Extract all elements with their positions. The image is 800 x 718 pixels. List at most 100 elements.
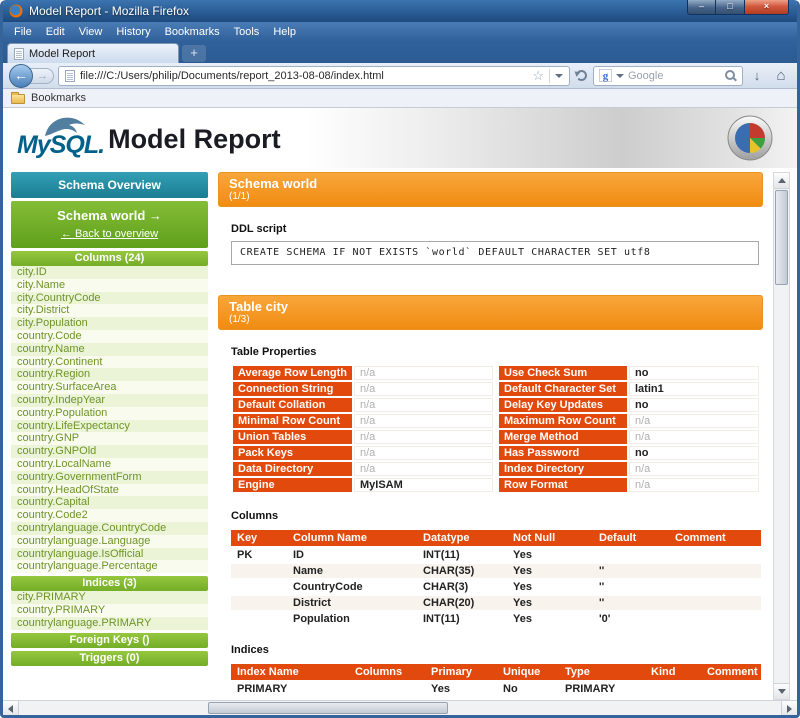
scroll-down-button[interactable]	[774, 683, 789, 699]
sidebar-column-link[interactable]: countrylanguage.CountryCode	[11, 522, 208, 535]
table-row: Population INT(11) Yes '0'	[231, 612, 761, 626]
cell-column-name: District	[287, 596, 417, 610]
sidebar-index-link[interactable]: country.PRIMARY	[11, 604, 208, 617]
sidebar-column-link[interactable]: country.Code	[11, 330, 208, 343]
column-header: Column Name	[287, 530, 417, 546]
sidebar-column-link[interactable]: country.Code2	[11, 509, 208, 522]
vertical-scroll-thumb[interactable]	[775, 190, 788, 285]
page-icon	[65, 70, 75, 82]
sidebar-column-link[interactable]: country.GNP	[11, 432, 208, 445]
bookmark-star-icon[interactable]: ☆	[532, 69, 544, 82]
cell-column-name: Name	[287, 564, 417, 578]
cell-primary: Yes	[425, 682, 497, 696]
window-titlebar[interactable]: Model Report - Mozilla Firefox – □ ×	[3, 0, 797, 22]
sidebar-column-link[interactable]: country.Region	[11, 368, 208, 381]
table-row: District CHAR(20) Yes ''	[231, 596, 761, 610]
back-button[interactable]: ←	[9, 64, 33, 88]
menu-item[interactable]: File	[7, 24, 39, 40]
maximize-button[interactable]: □	[716, 0, 744, 15]
sidebar-column-link[interactable]: city.CountryCode	[11, 292, 208, 305]
search-bar[interactable]: g	[593, 66, 743, 86]
tab-model-report[interactable]: Model Report	[7, 43, 179, 63]
menu-item[interactable]: Help	[266, 24, 303, 40]
sidebar-column-link[interactable]: countrylanguage.Language	[11, 535, 208, 548]
cell-key	[231, 580, 287, 594]
property-label: Has Password	[499, 446, 627, 460]
sidebar-column-link[interactable]: city.ID	[11, 266, 208, 279]
sidebar-column-link[interactable]: country.Capital	[11, 496, 208, 509]
dolphin-icon	[43, 116, 87, 138]
sidebar-index-link[interactable]: countrylanguage.PRIMARY	[11, 617, 208, 630]
scroll-up-button[interactable]	[774, 173, 789, 189]
url-input[interactable]	[80, 70, 527, 82]
pie-chart-logo	[727, 115, 773, 166]
url-bar[interactable]: ☆	[58, 66, 570, 86]
menu-item[interactable]: Edit	[39, 24, 72, 40]
scroll-left-button[interactable]	[3, 701, 19, 716]
sidebar-column-link[interactable]: country.Population	[11, 407, 208, 420]
sidebar-column-link[interactable]: country.Continent	[11, 356, 208, 369]
search-engine-dropdown-icon[interactable]	[616, 74, 624, 78]
property-label: Merge Method	[499, 430, 627, 444]
downloads-button[interactable]: ↓	[747, 68, 767, 83]
column-header: Type	[559, 664, 645, 680]
property-row: Minimal Row Count n/a	[233, 414, 493, 428]
sidebar-column-link[interactable]: countrylanguage.Percentage	[11, 560, 208, 573]
bookmarks-label[interactable]: Bookmarks	[31, 92, 86, 104]
menu-item[interactable]: View	[72, 24, 110, 40]
close-button[interactable]: ×	[744, 0, 789, 15]
google-icon[interactable]: g	[599, 69, 612, 82]
sidebar-column-link[interactable]: country.GNPOld	[11, 445, 208, 458]
cell-comment	[669, 564, 761, 578]
back-to-overview-link[interactable]: ← Back to overview	[11, 228, 208, 240]
sidebar-column-link[interactable]: city.Population	[11, 317, 208, 330]
cell-default: ''	[593, 564, 669, 578]
url-dropdown-icon[interactable]	[555, 74, 563, 78]
property-value: n/a	[354, 462, 493, 476]
horizontal-scroll-thumb[interactable]	[208, 702, 448, 714]
property-row: Delay Key Updates no	[499, 398, 759, 412]
sidebar-column-link[interactable]: country.SurfaceArea	[11, 381, 208, 394]
sidebar-column-link[interactable]: city.Name	[11, 279, 208, 292]
sidebar-index-link[interactable]: city.PRIMARY	[11, 591, 208, 604]
horizontal-scrollbar[interactable]	[3, 700, 797, 716]
sidebar-columns-list: city.IDcity.Namecity.CountryCodecity.Dis…	[11, 266, 208, 573]
property-value: n/a	[354, 366, 493, 380]
right-arrow-icon	[787, 705, 792, 713]
sidebar-column-link[interactable]: country.LocalName	[11, 458, 208, 471]
reload-icon[interactable]	[576, 70, 587, 81]
cell-index-name: PRIMARY	[231, 682, 349, 696]
cell-not-null: Yes	[507, 580, 593, 594]
sidebar-column-link[interactable]: city.District	[11, 304, 208, 317]
column-header: Default	[593, 530, 669, 546]
table-properties-left: Average Row Length n/a Connection String…	[231, 364, 495, 494]
sidebar-column-link[interactable]: country.Name	[11, 343, 208, 356]
sidebar-column-link[interactable]: countrylanguage.IsOfficial	[11, 548, 208, 561]
search-input[interactable]	[628, 70, 720, 82]
cell-columns	[349, 682, 425, 696]
sidebar-column-link[interactable]: country.GovernmentForm	[11, 471, 208, 484]
ddl-script-label: DDL script	[231, 223, 763, 235]
schema-world-link[interactable]: Schema world →	[11, 208, 208, 223]
menu-item[interactable]: Bookmarks	[158, 24, 227, 40]
table-properties: Average Row Length n/a Connection String…	[231, 364, 761, 494]
menu-item[interactable]: History	[109, 24, 157, 40]
new-tab-button[interactable]: +	[182, 45, 206, 62]
vertical-scrollbar[interactable]	[773, 172, 790, 700]
ddl-script-box: CREATE SCHEMA IF NOT EXISTS `world` DEFA…	[231, 241, 759, 265]
column-header: Not Null	[507, 530, 593, 546]
menu-item[interactable]: Tools	[227, 24, 267, 40]
window-title: Model Report - Mozilla Firefox	[29, 4, 189, 18]
sidebar-column-link[interactable]: country.IndepYear	[11, 394, 208, 407]
property-label: Average Row Length	[233, 366, 352, 380]
minimize-button[interactable]: –	[687, 0, 716, 15]
search-icon[interactable]	[724, 69, 737, 82]
column-header: Comment	[669, 530, 761, 546]
main-content: Schema world (1/1) DDL script CREATE SCH…	[218, 172, 763, 700]
schema-nav-box: Schema world → ← Back to overview	[11, 201, 208, 248]
cell-not-null: Yes	[507, 564, 593, 578]
scroll-right-button[interactable]	[781, 701, 797, 716]
home-button[interactable]: ⌂	[771, 67, 791, 84]
sidebar-column-link[interactable]: country.HeadOfState	[11, 484, 208, 497]
sidebar-column-link[interactable]: country.LifeExpectancy	[11, 420, 208, 433]
